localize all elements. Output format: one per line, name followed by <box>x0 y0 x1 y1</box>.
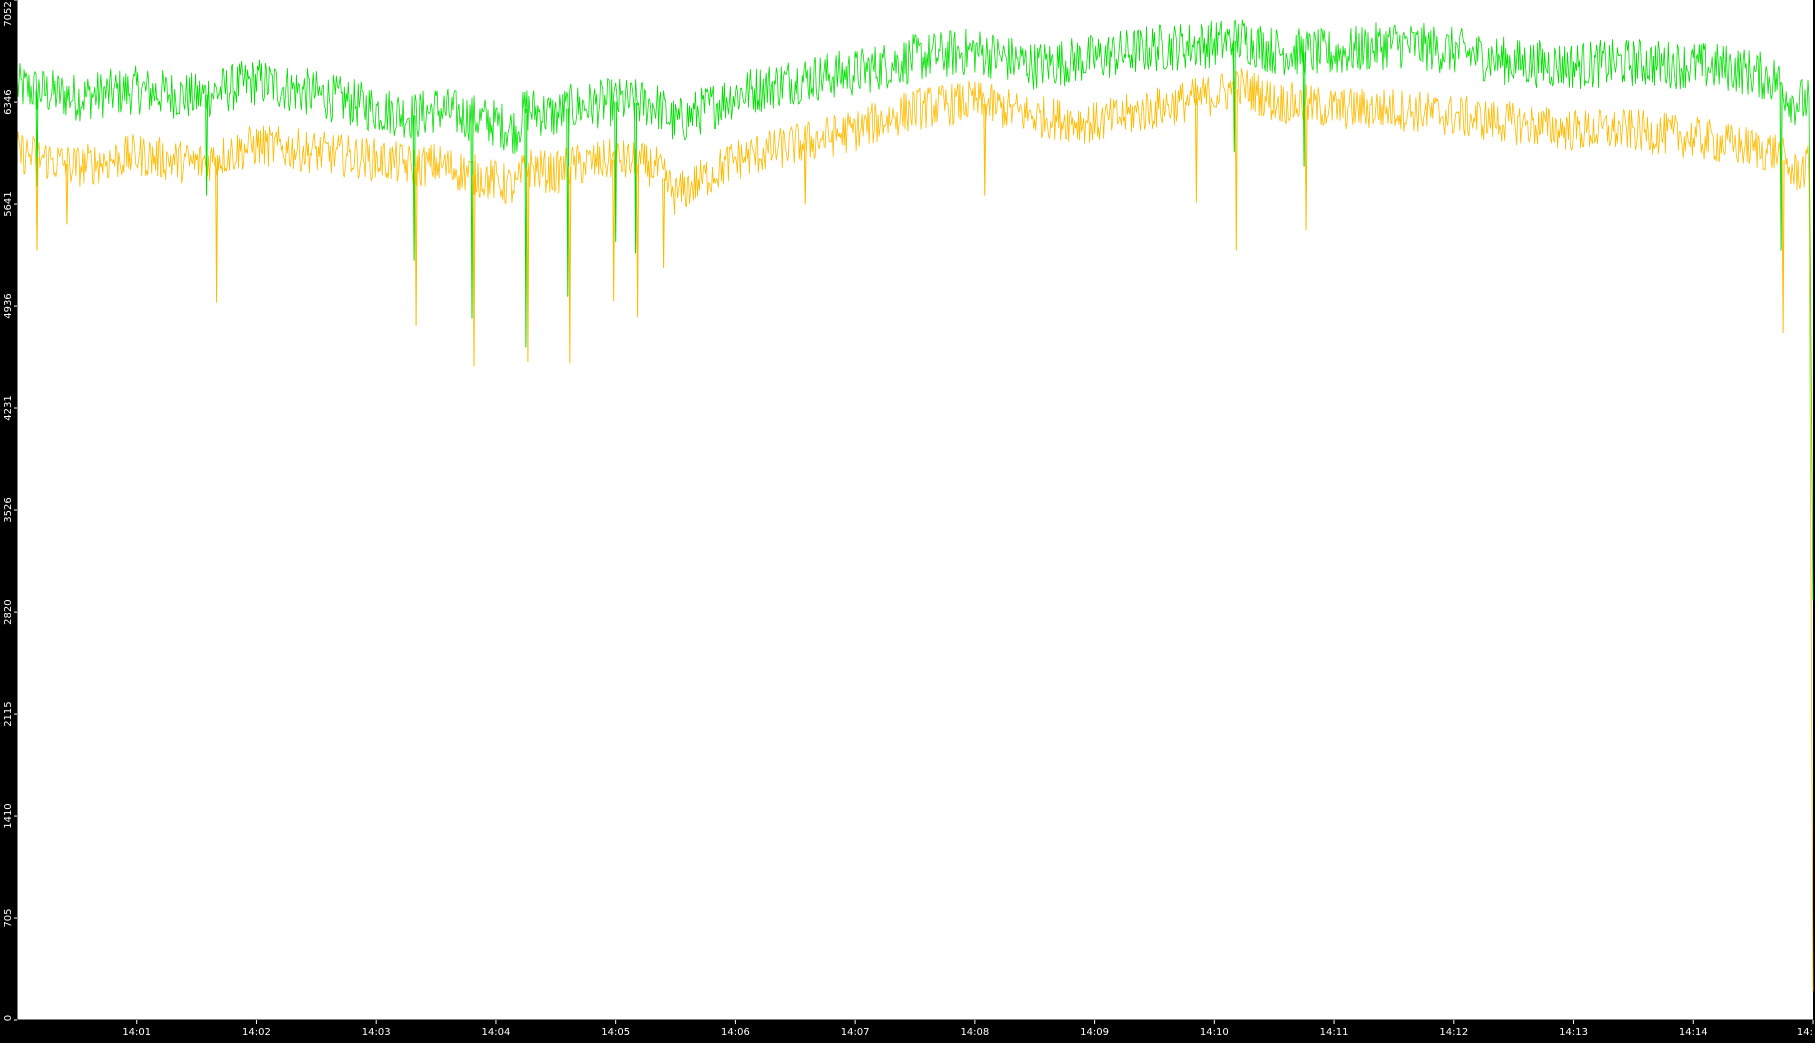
y-tick-label: 6346 <box>3 89 14 114</box>
x-tick-label: 14:12 <box>1439 1027 1468 1038</box>
x-tick-label: 14:02 <box>242 1027 271 1038</box>
x-tick-label: 14:11 <box>1320 1027 1349 1038</box>
x-tick-label: 14:13 <box>1559 1027 1588 1038</box>
x-tick-label: 14:04 <box>482 1027 511 1038</box>
y-tick-label: 2820 <box>3 599 14 624</box>
x-tick-label: 14:08 <box>960 1027 989 1038</box>
x-tick-label: 14:05 <box>601 1027 630 1038</box>
y-axis: 0 705 1410 2115 2820 3526 4231 4936 5641 6346 7052 <box>3 0 17 1021</box>
y-tick-label: 705 <box>3 908 14 927</box>
x-axis: 14:01 14:02 14:03 14:04 14:05 14:06 14:07 14:08… <box>122 1020 1814 1038</box>
x-tick-label: 14:14 <box>1679 1027 1708 1038</box>
x-tick-label: 14:07 <box>841 1027 870 1038</box>
y-tick-label: 2115 <box>3 701 14 726</box>
y-tick-label: 7052 <box>3 1 14 26</box>
x-tick-label: 14:03 <box>362 1027 391 1038</box>
chart-svg: 0 705 1410 2115 2820 3526 4231 4936 5641 6346 7052… <box>3 0 1814 1038</box>
x-tick-label: 14: <box>1797 1027 1813 1038</box>
y-tick-label: 4231 <box>3 395 14 420</box>
x-tick-label: 14:09 <box>1080 1027 1109 1038</box>
x-tick-label: 14:10 <box>1200 1027 1229 1038</box>
x-tick-label: 14:01 <box>122 1027 151 1038</box>
y-tick-label: 3526 <box>3 497 14 522</box>
y-tick-label: 0 <box>3 1015 14 1021</box>
y-tick-label: 1410 <box>3 803 14 828</box>
y-tick-label: 4936 <box>3 293 14 318</box>
x-tick-label: 14:06 <box>721 1027 750 1038</box>
plot-area <box>17 0 1813 1020</box>
y-tick-label: 5641 <box>3 191 14 216</box>
chart: 0 705 1410 2115 2820 3526 4231 4936 5641 6346 7052… <box>0 0 1815 1039</box>
